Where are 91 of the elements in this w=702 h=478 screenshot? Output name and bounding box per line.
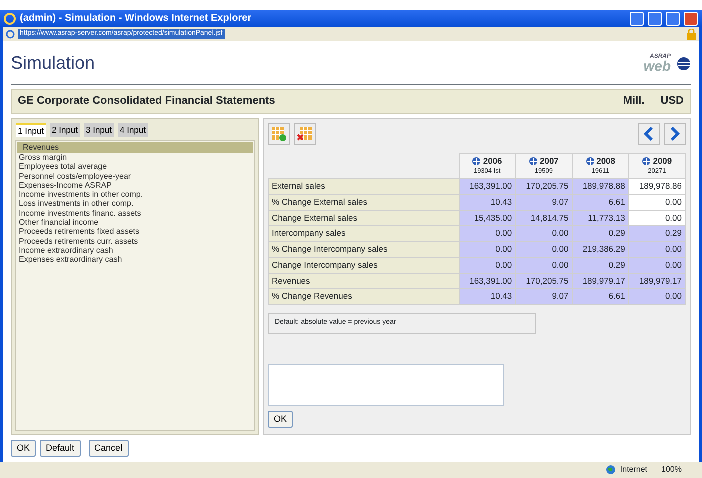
row-label: Revenues	[268, 273, 460, 289]
table-cell: 170,205.75	[516, 273, 572, 289]
browser-icon	[4, 12, 16, 24]
globe-icon	[586, 156, 595, 166]
row-label: Intercompany sales	[268, 226, 460, 242]
table-add-icon	[271, 126, 287, 142]
default-button[interactable]: Default	[40, 440, 81, 457]
ok-button[interactable]: OK	[268, 410, 294, 428]
table-cell: 189,979.17	[628, 273, 686, 289]
minimize-button[interactable]	[648, 12, 662, 26]
table-cell: 0.00	[628, 288, 686, 304]
list-item[interactable]: Proceeds retirements fixed assets	[17, 227, 253, 237]
tab[interactable]: 1 Input	[16, 122, 46, 137]
lock-icon	[687, 28, 696, 40]
statement-title: GE Corporate Consolidated Financial Statements	[18, 94, 276, 109]
list-item[interactable]: Revenues	[17, 142, 253, 153]
input-cell[interactable]: 0.00	[628, 210, 686, 226]
table-delete-icon	[297, 126, 313, 142]
list-item[interactable]: Income investments financ. assets	[17, 208, 253, 218]
tab[interactable]: 2 Input	[50, 122, 80, 137]
chevron-left-icon	[643, 126, 655, 140]
list-item[interactable]: Expenses-Income ASRAP	[17, 180, 253, 190]
logo-text: web	[644, 60, 671, 72]
table-cell: 9.07	[516, 194, 572, 210]
table-cell: 0.00	[516, 226, 572, 242]
table-cell: 6.61	[572, 194, 629, 210]
table-cell: 0.00	[628, 242, 686, 258]
table-cell: 0.00	[459, 226, 516, 242]
list-item[interactable]: Other financial income	[17, 218, 253, 228]
globe-icon	[606, 465, 616, 475]
row-label: Change External sales	[268, 210, 460, 226]
next-button[interactable]	[664, 122, 686, 144]
list-item[interactable]: Employees total average	[17, 162, 253, 172]
table-cell: 0.29	[572, 226, 629, 242]
table-cell: 0.29	[572, 257, 629, 273]
table-cell: 0.00	[628, 257, 686, 273]
table-cell: 0.00	[459, 242, 516, 258]
table-cell: 170,205.75	[516, 178, 572, 194]
table-cell: 10.43	[459, 288, 516, 304]
close-button[interactable]	[684, 12, 698, 26]
zoom-level[interactable]: 100%	[662, 464, 682, 476]
table-cell: 6.61	[572, 288, 629, 304]
table-cell: 0.29	[628, 226, 686, 242]
ok-button[interactable]: OK	[11, 440, 36, 457]
previous-button[interactable]	[638, 122, 660, 144]
page-title: Simulation	[11, 52, 96, 75]
list-item[interactable]: Expenses extraordinary cash	[17, 255, 253, 265]
list-item[interactable]: Loss investments in other comp.	[17, 199, 253, 209]
table-cell: 163,391.00	[459, 273, 516, 289]
row-label: % Change Revenues	[268, 288, 460, 304]
row-label: % Change Intercompany sales	[268, 242, 460, 258]
table-cell: 0.00	[459, 257, 516, 273]
add-column-button[interactable]	[268, 122, 290, 144]
list-item[interactable]: Income investments in other comp.	[17, 190, 253, 200]
table-cell: 14,814.75	[516, 210, 572, 226]
table-cell: 11,773.13	[572, 210, 629, 226]
table-cell: 189,979.17	[572, 273, 629, 289]
table-cell: 0.00	[516, 257, 572, 273]
table-cell: 0.00	[516, 242, 572, 258]
cancel-button[interactable]: Cancel	[88, 440, 129, 457]
logo-icon	[677, 56, 691, 70]
tab[interactable]: 3 Input	[84, 122, 114, 137]
list-item[interactable]: Income extraordinary cash	[17, 246, 253, 256]
table-cell: 189,978.88	[572, 178, 629, 194]
table-cell: 15,435.00	[459, 210, 516, 226]
table-cell: 163,391.00	[459, 178, 516, 194]
unit-label: Mill.	[623, 94, 645, 109]
list-item[interactable]: Proceeds retirements curr. assets	[17, 236, 253, 246]
grid-button[interactable]	[630, 12, 644, 26]
table-cell: 219,386.29	[572, 242, 629, 258]
list-item[interactable]: Gross margin	[17, 152, 253, 162]
table-cell: 9.07	[516, 288, 572, 304]
currency-label: USD	[660, 94, 684, 109]
globe-icon	[528, 156, 538, 166]
zone-label: Internet	[620, 464, 648, 476]
row-label: Change Intercompany sales	[268, 257, 460, 273]
globe-icon	[472, 156, 482, 166]
input-cell[interactable]: 0.00	[628, 194, 686, 210]
chevron-right-icon	[669, 126, 681, 140]
window-title: (admin) - Simulation - Windows Internet Explorer	[20, 12, 253, 26]
page-icon	[6, 30, 15, 38]
delete-column-button[interactable]	[294, 122, 316, 144]
tab[interactable]: 4 Input	[118, 122, 148, 137]
maximize-button[interactable]	[666, 12, 680, 26]
globe-icon	[642, 156, 652, 166]
row-label: External sales	[268, 178, 460, 194]
comment-field[interactable]	[268, 364, 504, 406]
list-item[interactable]: Personnel costs/employee-year	[17, 172, 253, 181]
table-cell: 10.43	[459, 194, 516, 210]
row-label: % Change External sales	[268, 194, 460, 210]
input-cell[interactable]: 189,978.86	[628, 178, 686, 194]
